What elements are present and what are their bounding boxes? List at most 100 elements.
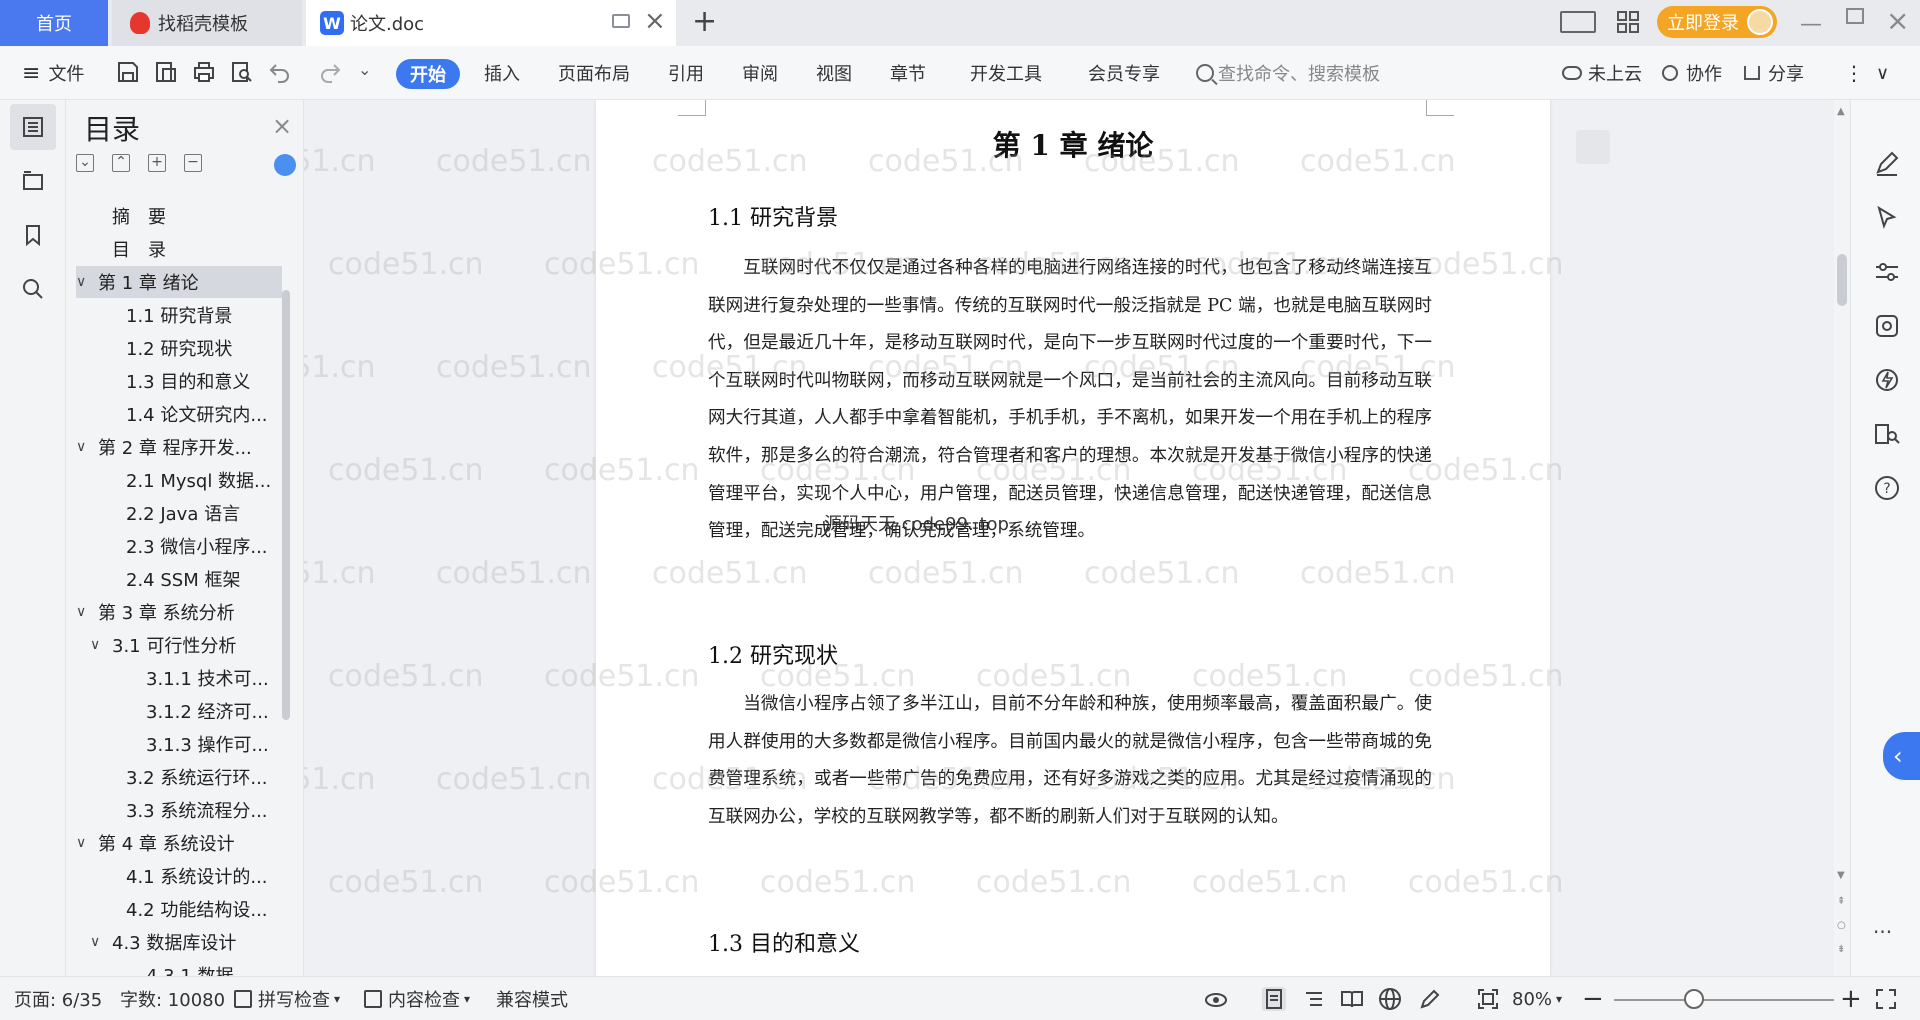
toc-item[interactable]: ∨ 第 3 章 系统分析 <box>76 596 282 628</box>
export-pdf-icon[interactable] <box>154 60 178 84</box>
tab-page-layout[interactable]: 页面布局 <box>558 46 630 100</box>
toc-item[interactable]: 4.2 功能结构设... <box>76 893 282 925</box>
new-tab-icon[interactable]: + <box>692 4 717 39</box>
zoom-out-icon[interactable]: − <box>1582 977 1604 1020</box>
minimize-icon[interactable]: — <box>1800 12 1822 37</box>
document-scrollbar[interactable]: ▲ ▼ ⇞ ○ ⇟ <box>1834 100 1850 976</box>
outline-view-status-icon[interactable] <box>1302 987 1326 1011</box>
bookmark-icon[interactable] <box>10 212 56 258</box>
toc-item[interactable]: ∨ 第 2 章 程序开发... <box>76 431 282 463</box>
tab-member[interactable]: 会员专享 <box>1088 46 1160 100</box>
page-view-icon[interactable] <box>1262 987 1286 1011</box>
collaborate-button[interactable]: 协作 <box>1662 46 1722 100</box>
help-icon[interactable]: ? <box>1873 474 1901 502</box>
chevron-down-icon[interactable]: ∨ <box>76 604 92 620</box>
more-tools-icon[interactable]: ··· <box>1873 920 1901 948</box>
ai-assistant-icon[interactable] <box>274 154 296 176</box>
zoom-level[interactable]: 80% ▾ <box>1512 977 1562 1020</box>
toc-item[interactable]: ∨ 第 1 章 绪论 <box>76 266 282 298</box>
document-page[interactable]: 第 1 章 绪论 1.1 研究背景 互联网时代不仅仅是通过各种各样的电脑进行网络… <box>596 100 1550 976</box>
style-brush-icon[interactable] <box>1873 312 1901 340</box>
tab-review[interactable]: 审阅 <box>742 46 778 100</box>
command-search[interactable]: 查找命令、搜索模板 <box>1196 60 1380 86</box>
toc-item[interactable]: 2.1 Mysql 数据... <box>76 464 282 496</box>
collapse-ribbon-icon[interactable]: ∨ <box>1876 46 1889 100</box>
reading-view-icon[interactable] <box>1340 987 1364 1011</box>
scroll-thumb[interactable] <box>1837 254 1847 306</box>
prev-page-icon[interactable]: ⇞ <box>1837 896 1845 907</box>
adjust-sliders-icon[interactable] <box>1873 258 1901 286</box>
collapse-all-icon[interactable]: ⌄ <box>76 154 94 172</box>
spell-check-button[interactable]: 拼写检查 ▾ <box>234 977 340 1020</box>
fit-page-icon[interactable] <box>1476 987 1500 1011</box>
select-browse-icon[interactable]: ○ <box>1837 920 1846 931</box>
find-icon[interactable] <box>10 266 56 312</box>
zoom-in-icon[interactable]: + <box>1840 977 1862 1020</box>
reading-mode-icon[interactable] <box>1873 420 1901 448</box>
print-preview-icon[interactable] <box>230 60 254 84</box>
remove-heading-icon[interactable]: − <box>184 154 202 172</box>
page-indicator[interactable]: 页面: 6/35 <box>14 977 102 1020</box>
scroll-down-icon[interactable]: ▼ <box>1837 870 1845 881</box>
tab-dev-tools[interactable]: 开发工具 <box>970 46 1042 100</box>
toc-item[interactable]: 3.1.1 技术可... <box>76 662 282 694</box>
print-icon[interactable] <box>192 60 216 84</box>
zoom-slider-handle[interactable] <box>1684 989 1704 1009</box>
tab-home[interactable]: 首页 <box>0 0 108 46</box>
login-button[interactable]: 立即登录 <box>1657 6 1777 38</box>
toc-item[interactable]: 摘 要 <box>76 200 282 232</box>
toc-item[interactable]: 4.1 系统设计的... <box>76 860 282 892</box>
restore-icon[interactable] <box>1846 8 1864 24</box>
tab-start[interactable]: 开始 <box>396 59 460 89</box>
tab-reference[interactable]: 引用 <box>668 46 704 100</box>
toc-item[interactable]: ∨ 第 4 章 系统设计 <box>76 827 282 859</box>
toc-item[interactable]: ∨ 4.3 数据库设计 <box>76 926 282 958</box>
outline-view-icon[interactable] <box>10 104 56 150</box>
content-check-button[interactable]: 内容检查 ▾ <box>364 977 470 1020</box>
navigation-tree-icon[interactable] <box>10 158 56 204</box>
app-grid-icon[interactable] <box>1616 10 1640 38</box>
toc-item[interactable]: 3.2 系统运行环... <box>76 761 282 793</box>
save-icon[interactable] <box>116 60 140 84</box>
edit-pen-icon[interactable] <box>1873 150 1901 178</box>
share-button[interactable]: 分享 <box>1744 46 1804 100</box>
tab-insert[interactable]: 插入 <box>484 46 520 100</box>
redo-icon[interactable] <box>318 60 342 84</box>
toc-item[interactable]: 1.1 研究背景 <box>76 299 282 331</box>
next-page-icon[interactable]: ⇟ <box>1837 944 1845 955</box>
toc-item[interactable]: 4.3.1 数据... <box>76 959 282 976</box>
fullscreen-icon[interactable] <box>1874 987 1898 1011</box>
toc-item[interactable]: 目 录 <box>76 233 282 265</box>
chevron-down-icon[interactable]: ∨ <box>76 439 92 455</box>
toc-item[interactable]: 3.3 系统流程分... <box>76 794 282 826</box>
expand-panel-button[interactable]: ‹ <box>1883 732 1920 780</box>
toc-item[interactable]: ∨ 3.1 可行性分析 <box>76 629 282 661</box>
word-count[interactable]: 字数: 10080 <box>120 977 225 1020</box>
toc-item[interactable]: 3.1.2 经济可... <box>76 695 282 727</box>
filter-pane-icon[interactable] <box>1576 130 1610 164</box>
zoom-slider[interactable] <box>1614 999 1834 1001</box>
quick-access-dropdown-icon[interactable]: ⌄ <box>358 60 382 84</box>
toc-item[interactable]: 2.3 微信小程序... <box>76 530 282 562</box>
toc-item[interactable]: 3.1.3 操作可... <box>76 728 282 760</box>
more-options-icon[interactable]: ⋮ <box>1844 46 1864 100</box>
tab-view[interactable]: 视图 <box>816 46 852 100</box>
scroll-up-icon[interactable]: ▲ <box>1837 106 1845 117</box>
chevron-down-icon[interactable]: ∨ <box>90 934 106 950</box>
layout-switch-icon[interactable] <box>1560 11 1596 33</box>
window-pin-icon[interactable] <box>612 14 630 28</box>
chevron-down-icon[interactable]: ∨ <box>76 835 92 851</box>
chevron-down-icon[interactable]: ∨ <box>90 637 106 653</box>
file-menu[interactable]: ≡ 文件 <box>22 46 84 100</box>
add-heading-icon[interactable]: + <box>148 154 166 172</box>
toc-item[interactable]: 1.3 目的和意义 <box>76 365 282 397</box>
toc-scrollbar[interactable] <box>282 290 290 720</box>
chevron-down-icon[interactable]: ∨ <box>76 274 92 290</box>
tab-chapter[interactable]: 章节 <box>890 46 926 100</box>
close-tab-icon[interactable]: × <box>644 6 666 36</box>
close-window-icon[interactable]: × <box>1886 4 1909 37</box>
close-toc-icon[interactable]: × <box>272 112 292 140</box>
toc-item[interactable]: 1.4 论文研究内... <box>76 398 282 430</box>
toc-item[interactable]: 2.2 Java 语言 <box>76 497 282 529</box>
undo-icon[interactable] <box>268 60 292 84</box>
